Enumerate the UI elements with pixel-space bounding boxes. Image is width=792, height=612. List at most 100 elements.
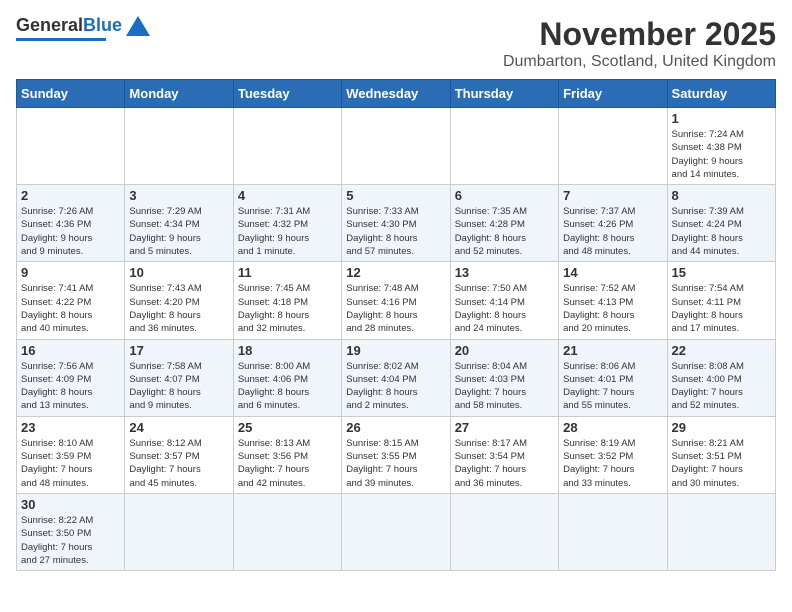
day-info: Sunrise: 8:00 AM Sunset: 4:06 PM Dayligh… (238, 360, 337, 413)
day-number: 19 (346, 343, 445, 358)
calendar-cell: 21 Sunrise: 8:06 AM Sunset: 4:01 PM Dayli… (559, 339, 667, 416)
calendar-cell: 23 Sunrise: 8:10 AM Sunset: 3:59 PM Dayli… (17, 416, 125, 493)
day-info: Sunrise: 7:26 AM Sunset: 4:36 PM Dayligh… (21, 205, 120, 258)
calendar-header-monday: Monday (125, 80, 233, 108)
calendar-cell: 1 Sunrise: 7:24 AM Sunset: 4:38 PM Daylig… (667, 108, 775, 185)
calendar-cell: 15 Sunrise: 7:54 AM Sunset: 4:11 PM Dayli… (667, 262, 775, 339)
day-number: 20 (455, 343, 554, 358)
day-number: 22 (672, 343, 771, 358)
day-number: 10 (129, 265, 228, 280)
calendar-cell: 20 Sunrise: 8:04 AM Sunset: 4:03 PM Dayli… (450, 339, 558, 416)
calendar-cell: 29 Sunrise: 8:21 AM Sunset: 3:51 PM Dayli… (667, 416, 775, 493)
calendar-cell: 30Sunrise: 8:22 AM Sunset: 3:50 PM Dayli… (17, 493, 125, 570)
calendar-header-saturday: Saturday (667, 80, 775, 108)
day-number: 14 (563, 265, 662, 280)
day-number: 5 (346, 188, 445, 203)
calendar-cell: 14 Sunrise: 7:52 AM Sunset: 4:13 PM Dayli… (559, 262, 667, 339)
calendar-cell (342, 108, 450, 185)
day-info: Sunrise: 7:48 AM Sunset: 4:16 PM Dayligh… (346, 282, 445, 335)
day-info: Sunrise: 8:06 AM Sunset: 4:01 PM Dayligh… (563, 360, 662, 413)
calendar-header-sunday: Sunday (17, 80, 125, 108)
header: GeneralBlue November 2025 Dumbarton, Sco… (16, 16, 776, 71)
calendar-cell: 7Sunrise: 7:37 AM Sunset: 4:26 PM Daylig… (559, 185, 667, 262)
day-number: 4 (238, 188, 337, 203)
day-info: Sunrise: 7:35 AM Sunset: 4:28 PM Dayligh… (455, 205, 554, 258)
calendar-cell: 18 Sunrise: 8:00 AM Sunset: 4:06 PM Dayli… (233, 339, 341, 416)
calendar-cell: 28Sunrise: 8:19 AM Sunset: 3:52 PM Dayli… (559, 416, 667, 493)
calendar-cell: 24Sunrise: 8:12 AM Sunset: 3:57 PM Dayli… (125, 416, 233, 493)
day-number: 26 (346, 420, 445, 435)
calendar-cell: 22 Sunrise: 8:08 AM Sunset: 4:00 PM Dayli… (667, 339, 775, 416)
day-number: 13 (455, 265, 554, 280)
calendar-header-tuesday: Tuesday (233, 80, 341, 108)
day-number: 7 (563, 188, 662, 203)
day-info: Sunrise: 7:29 AM Sunset: 4:34 PM Dayligh… (129, 205, 228, 258)
day-info: Sunrise: 8:13 AM Sunset: 3:56 PM Dayligh… (238, 437, 337, 490)
day-info: Sunrise: 7:39 AM Sunset: 4:24 PM Dayligh… (672, 205, 771, 258)
day-number: 2 (21, 188, 120, 203)
day-info: Sunrise: 8:02 AM Sunset: 4:04 PM Dayligh… (346, 360, 445, 413)
calendar-cell: 16Sunrise: 7:56 AM Sunset: 4:09 PM Dayli… (17, 339, 125, 416)
calendar-cell (17, 108, 125, 185)
day-number: 11 (238, 265, 337, 280)
day-info: Sunrise: 8:21 AM Sunset: 3:51 PM Dayligh… (672, 437, 771, 490)
logo-text: GeneralBlue (16, 16, 122, 36)
logo: GeneralBlue (16, 16, 150, 41)
calendar-header-row: SundayMondayTuesdayWednesdayThursdayFrid… (17, 80, 776, 108)
day-info: Sunrise: 7:52 AM Sunset: 4:13 PM Dayligh… (563, 282, 662, 335)
calendar-cell (233, 108, 341, 185)
day-info: Sunrise: 8:22 AM Sunset: 3:50 PM Dayligh… (21, 514, 120, 567)
calendar-cell: 6 Sunrise: 7:35 AM Sunset: 4:28 PM Daylig… (450, 185, 558, 262)
day-info: Sunrise: 7:45 AM Sunset: 4:18 PM Dayligh… (238, 282, 337, 335)
calendar-week-row: 30Sunrise: 8:22 AM Sunset: 3:50 PM Dayli… (17, 493, 776, 570)
day-number: 6 (455, 188, 554, 203)
day-number: 3 (129, 188, 228, 203)
calendar-header-friday: Friday (559, 80, 667, 108)
calendar-week-row: 1 Sunrise: 7:24 AM Sunset: 4:38 PM Daylig… (17, 108, 776, 185)
day-info: Sunrise: 7:54 AM Sunset: 4:11 PM Dayligh… (672, 282, 771, 335)
day-info: Sunrise: 8:15 AM Sunset: 3:55 PM Dayligh… (346, 437, 445, 490)
day-info: Sunrise: 8:17 AM Sunset: 3:54 PM Dayligh… (455, 437, 554, 490)
calendar-cell: 11 Sunrise: 7:45 AM Sunset: 4:18 PM Dayli… (233, 262, 341, 339)
day-info: Sunrise: 7:58 AM Sunset: 4:07 PM Dayligh… (129, 360, 228, 413)
day-number: 18 (238, 343, 337, 358)
calendar-cell (233, 493, 341, 570)
calendar-table: SundayMondayTuesdayWednesdayThursdayFrid… (16, 79, 776, 571)
day-info: Sunrise: 8:10 AM Sunset: 3:59 PM Dayligh… (21, 437, 120, 490)
day-number: 17 (129, 343, 228, 358)
calendar-week-row: 9 Sunrise: 7:41 AM Sunset: 4:22 PM Daylig… (17, 262, 776, 339)
calendar-cell: 13 Sunrise: 7:50 AM Sunset: 4:14 PM Dayli… (450, 262, 558, 339)
day-info: Sunrise: 7:41 AM Sunset: 4:22 PM Dayligh… (21, 282, 120, 335)
calendar-cell (559, 108, 667, 185)
day-number: 1 (672, 111, 771, 126)
calendar-header-thursday: Thursday (450, 80, 558, 108)
calendar-cell (342, 493, 450, 570)
calendar-cell: 2 Sunrise: 7:26 AM Sunset: 4:36 PM Daylig… (17, 185, 125, 262)
title-area: November 2025 Dumbarton, Scotland, Unite… (503, 16, 776, 71)
calendar-header-wednesday: Wednesday (342, 80, 450, 108)
calendar-cell: 8Sunrise: 7:39 AM Sunset: 4:24 PM Daylig… (667, 185, 775, 262)
day-number: 27 (455, 420, 554, 435)
calendar-cell: 25Sunrise: 8:13 AM Sunset: 3:56 PM Dayli… (233, 416, 341, 493)
calendar-cell (450, 493, 558, 570)
subtitle: Dumbarton, Scotland, United Kingdom (503, 53, 776, 71)
day-info: Sunrise: 7:24 AM Sunset: 4:38 PM Dayligh… (672, 128, 771, 181)
calendar-week-row: 2 Sunrise: 7:26 AM Sunset: 4:36 PM Daylig… (17, 185, 776, 262)
calendar-cell: 27 Sunrise: 8:17 AM Sunset: 3:54 PM Dayli… (450, 416, 558, 493)
day-info: Sunrise: 8:04 AM Sunset: 4:03 PM Dayligh… (455, 360, 554, 413)
calendar-cell: 4Sunrise: 7:31 AM Sunset: 4:32 PM Daylig… (233, 185, 341, 262)
day-number: 23 (21, 420, 120, 435)
day-number: 24 (129, 420, 228, 435)
day-number: 29 (672, 420, 771, 435)
day-number: 9 (21, 265, 120, 280)
day-number: 15 (672, 265, 771, 280)
day-info: Sunrise: 7:50 AM Sunset: 4:14 PM Dayligh… (455, 282, 554, 335)
day-number: 16 (21, 343, 120, 358)
day-number: 21 (563, 343, 662, 358)
calendar-cell: 9 Sunrise: 7:41 AM Sunset: 4:22 PM Daylig… (17, 262, 125, 339)
calendar-cell: 17 Sunrise: 7:58 AM Sunset: 4:07 PM Dayli… (125, 339, 233, 416)
day-info: Sunrise: 8:08 AM Sunset: 4:00 PM Dayligh… (672, 360, 771, 413)
calendar-cell: 12Sunrise: 7:48 AM Sunset: 4:16 PM Dayli… (342, 262, 450, 339)
calendar-cell (125, 493, 233, 570)
day-info: Sunrise: 8:19 AM Sunset: 3:52 PM Dayligh… (563, 437, 662, 490)
